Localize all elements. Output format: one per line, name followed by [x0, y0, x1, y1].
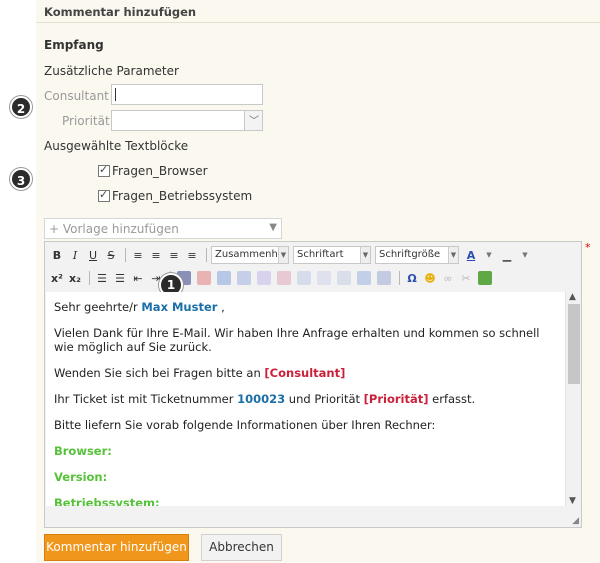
- chevron-down-icon: ▼: [278, 247, 288, 263]
- table-properties-icon[interactable]: [235, 269, 253, 287]
- consultant-variable: [Consultant]: [264, 366, 346, 380]
- priority-dropdown-button[interactable]: ﹀: [244, 111, 262, 130]
- customer-name: Max Muster: [141, 300, 218, 314]
- text-caret: [115, 88, 116, 101]
- font-combo[interactable]: Schriftart ▼: [293, 246, 371, 264]
- toolbar-separator: [125, 248, 126, 262]
- priority-variable: [Priorität]: [363, 392, 429, 406]
- step-badge-3: 3: [10, 168, 32, 190]
- recipient-label: Empfang: [44, 38, 104, 52]
- bold-button[interactable]: B: [49, 246, 65, 264]
- version-label: Version:: [54, 470, 108, 484]
- template-placeholder: + Vorlage hinzufügen: [49, 222, 179, 236]
- font-color-button[interactable]: A: [463, 246, 479, 264]
- format-combo[interactable]: Zusammenhänge▼: [211, 246, 289, 264]
- align-justify-icon[interactable]: ≡: [184, 246, 200, 264]
- params-label: Zusätzliche Parameter: [44, 64, 179, 78]
- subscript-button[interactable]: x₂: [67, 269, 83, 287]
- superscript-button[interactable]: x²: [49, 269, 65, 287]
- font-size-combo-value: Schriftgröße: [379, 249, 441, 260]
- editor-content[interactable]: Sehr geehrte/r Max Muster , Vielen Dank …: [46, 292, 565, 506]
- chevron-down-icon[interactable]: ▼: [481, 246, 497, 264]
- bullet-list-icon[interactable]: ☰: [94, 269, 110, 287]
- textblock-item-os[interactable]: ✓ Fragen_Betriebssystem: [98, 188, 253, 203]
- table-header-icon[interactable]: [375, 269, 393, 287]
- delete-row-icon[interactable]: [315, 269, 333, 287]
- insert-column-icon[interactable]: [295, 269, 313, 287]
- insert-template-icon[interactable]: [195, 269, 213, 287]
- ticket-line: Ihr Ticket ist mit Ticketnummer 100023 u…: [54, 392, 557, 406]
- ticket-suffix: erfasst.: [432, 392, 476, 406]
- ticket-number: 100023: [237, 392, 286, 406]
- greeting-prefix: Sehr geehrte/r: [54, 300, 138, 314]
- toolbar-separator: [399, 271, 400, 285]
- align-left-icon[interactable]: ≡: [130, 246, 146, 264]
- checkbox[interactable]: ✓: [98, 163, 110, 177]
- check-icon: ✓: [99, 188, 109, 201]
- special-char-button[interactable]: Ω: [404, 269, 420, 287]
- chevron-down-icon[interactable]: ▼: [517, 246, 533, 264]
- chevron-down-icon: ▼: [360, 247, 370, 263]
- browser-label: Browser:: [54, 444, 112, 458]
- header-divider: [36, 22, 600, 23]
- priority-label: Priorität: [62, 114, 110, 128]
- align-right-icon[interactable]: ≡: [166, 246, 182, 264]
- numbered-list-icon[interactable]: ☰: [112, 269, 128, 287]
- greeting-suffix: ,: [221, 300, 225, 314]
- insert-image-icon[interactable]: [476, 269, 494, 287]
- underline-button[interactable]: U: [85, 246, 101, 264]
- contact-prefix: Wenden Sie sich bei Fragen bitte an: [54, 366, 261, 380]
- toolbar-separator: [89, 271, 90, 285]
- checkbox[interactable]: ✓: [98, 188, 110, 202]
- check-icon: ✓: [99, 163, 109, 176]
- textblock-item-browser[interactable]: ✓ Fragen_Browser: [98, 163, 208, 178]
- greeting-line: Sehr geehrte/r Max Muster ,: [54, 300, 557, 314]
- step-badge-2: 2: [10, 96, 32, 118]
- ticket-mid: und Priorität: [288, 392, 361, 406]
- cell-merge-icon[interactable]: [255, 269, 273, 287]
- consultant-label: Consultant: [44, 89, 109, 103]
- toolbar-row-2: x² x₂ ☰ ☰ ⇤ ⇥ Ω ☻ ∞ ✂: [49, 268, 496, 288]
- info-request-line: Bitte liefern Sie vorab folgende Informa…: [54, 418, 436, 432]
- ticket-prefix: Ihr Ticket ist mit Ticketnummer: [54, 392, 234, 406]
- toolbar-row-1: B I U S ≡ ≡ ≡ ≡ Zusammenhänge▼ Schriftar…: [49, 245, 535, 265]
- thanks-paragraph: Vielen Dank für Ihre E-Mail. Wir haben I…: [54, 326, 540, 354]
- chevron-down-icon: ▼: [448, 247, 458, 263]
- table-grid-icon[interactable]: [355, 269, 373, 287]
- toolbar-separator: [206, 248, 207, 262]
- strikethrough-button[interactable]: S: [103, 246, 119, 264]
- textblocks-label: Ausgewählte Textblöcke: [44, 139, 189, 153]
- textblock-label: Fragen_Betriebssystem: [112, 189, 253, 203]
- insert-table-icon[interactable]: [215, 269, 233, 287]
- scroll-up-icon[interactable]: ▲: [569, 292, 576, 302]
- background-color-icon[interactable]: ▁: [499, 246, 515, 264]
- align-center-icon[interactable]: ≡: [148, 246, 164, 264]
- scroll-down-icon[interactable]: ▼: [569, 496, 576, 506]
- delete-column-icon[interactable]: [335, 269, 353, 287]
- os-label: Betriebssystem:: [54, 496, 160, 506]
- template-select[interactable]: + Vorlage hinzufügen ▼: [44, 218, 282, 239]
- consultant-input[interactable]: [111, 84, 263, 105]
- editor-scrollbar[interactable]: ▲ ▼: [565, 292, 581, 506]
- add-comment-button[interactable]: Kommentar hinzufügen: [44, 534, 189, 561]
- required-marker: *: [585, 241, 591, 254]
- panel-header: Kommentar hinzufügen: [44, 5, 197, 19]
- rich-text-editor[interactable]: B I U S ≡ ≡ ≡ ≡ Zusammenhänge▼ Schriftar…: [44, 241, 582, 528]
- priority-select[interactable]: ﹀: [111, 110, 263, 131]
- italic-button[interactable]: I: [67, 246, 83, 264]
- font-size-combo[interactable]: Schriftgröße ▼: [375, 246, 459, 264]
- insert-row-icon[interactable]: [275, 269, 293, 287]
- resize-handle-icon[interactable]: ◢: [572, 516, 579, 526]
- smiley-icon[interactable]: ☻: [422, 269, 438, 287]
- scrollbar-thumb[interactable]: [568, 304, 580, 384]
- font-combo-value: Schriftart: [297, 249, 344, 260]
- chevron-down-icon: ﹀: [249, 116, 259, 127]
- textblock-label: Fragen_Browser: [112, 164, 208, 178]
- link-icon[interactable]: ∞: [440, 269, 456, 287]
- contact-line: Wenden Sie sich bei Fragen bitte an [Con…: [54, 366, 557, 380]
- unlink-icon[interactable]: ✂: [458, 269, 474, 287]
- chevron-down-icon: ▼: [269, 222, 277, 233]
- cancel-button[interactable]: Abbrechen: [201, 534, 282, 561]
- outdent-icon[interactable]: ⇤: [130, 269, 146, 287]
